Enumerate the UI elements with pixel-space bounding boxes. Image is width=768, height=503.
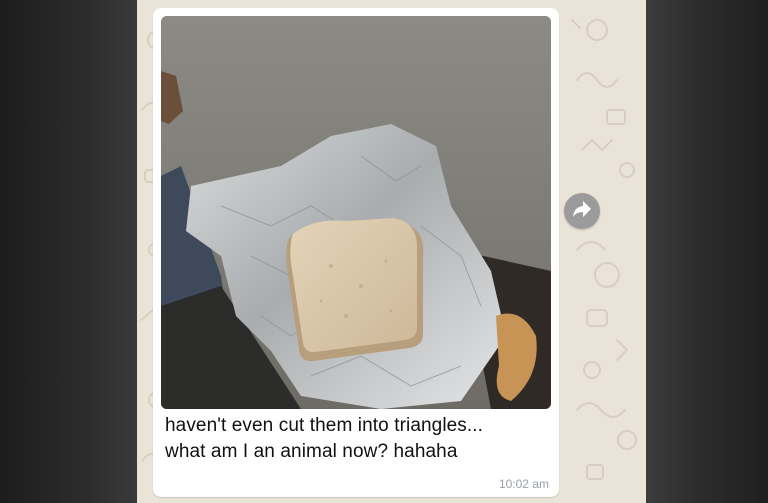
caption-line: what am I an animal now? hahaha (165, 441, 458, 462)
screen: haven't even cut them into triangles... … (0, 0, 768, 503)
image-message-bubble[interactable]: haven't even cut them into triangles... … (153, 8, 559, 497)
forward-button[interactable] (564, 193, 600, 229)
left-blurred-backdrop (0, 0, 137, 503)
caption-line: haven't even cut them into triangles... (165, 415, 484, 436)
message-timestamp: 10:02 am (498, 477, 549, 491)
chat-panel[interactable]: haven't even cut them into triangles... … (137, 0, 646, 503)
sandwich-photo-illustration (161, 16, 551, 409)
right-blurred-backdrop (646, 0, 768, 503)
sandwich-photo[interactable] (161, 16, 551, 409)
forward-arrow-icon (572, 200, 592, 223)
message-caption: haven't even cut them into triangles... … (165, 413, 549, 465)
